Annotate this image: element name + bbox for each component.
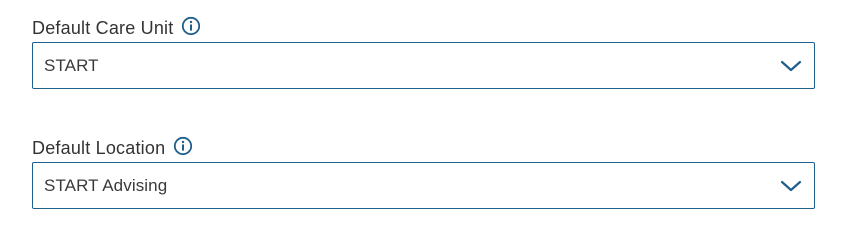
default-care-unit-field: Default Care Unit START xyxy=(32,14,815,89)
default-care-unit-select[interactable]: START xyxy=(32,42,815,89)
default-location-field: Default Location START Advising xyxy=(32,134,815,209)
default-location-label-row: Default Location xyxy=(32,134,815,162)
default-location-value: START Advising xyxy=(44,175,168,195)
default-location-label: Default Location xyxy=(32,137,166,158)
default-care-unit-value: START xyxy=(44,55,99,75)
default-care-unit-label: Default Care Unit xyxy=(32,17,174,38)
settings-form: Default Care Unit START Default Location xyxy=(0,0,843,235)
chevron-down-icon[interactable] xyxy=(780,179,802,193)
default-care-unit-label-row: Default Care Unit xyxy=(32,14,815,42)
default-location-select[interactable]: START Advising xyxy=(32,162,815,209)
info-icon[interactable] xyxy=(173,136,193,156)
info-icon[interactable] xyxy=(181,16,201,36)
chevron-down-icon[interactable] xyxy=(780,59,802,73)
